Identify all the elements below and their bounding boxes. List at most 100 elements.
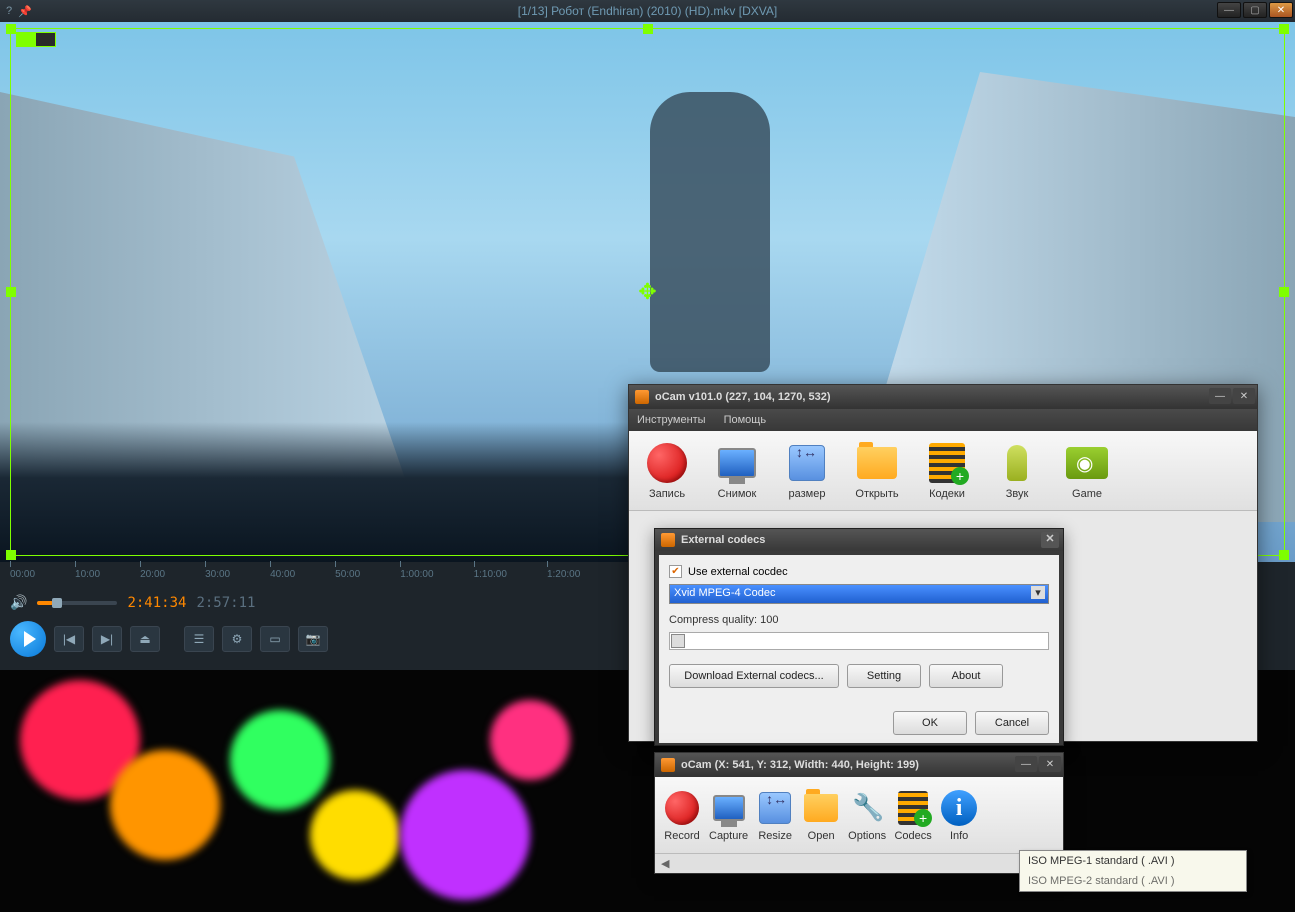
open-button[interactable]: Открыть [849,437,905,504]
close-button[interactable]: ✕ [1041,532,1059,548]
time-tick: 1:10:00 [474,569,507,580]
menu-tools[interactable]: Инструменты [637,414,706,426]
close-button[interactable]: ✕ [1269,2,1293,18]
capture-button[interactable]: Capture [707,787,750,844]
info-icon: i [941,790,977,826]
time-tick: 20:00 [140,569,165,580]
player-window-controls: — ▢ ✕ [1217,2,1293,18]
codec-list-item[interactable]: ISO MPEG-1 standard ( .AVI ) [1020,851,1246,871]
resize-handle-top-left[interactable] [6,24,16,34]
time-tick: 40:00 [270,569,295,580]
ocam2-statusbar: ◀ ▶ [655,853,1063,873]
quality-label: Compress quality: 100 [669,614,1049,626]
use-external-checkbox-row: ✔ Use external cocdec [669,565,1049,578]
maximize-button[interactable]: ▢ [1243,2,1267,18]
tools-icon [848,788,886,828]
record-button[interactable]: Запись [639,437,695,504]
next-button[interactable]: ▶| [92,626,122,652]
codec-list-item[interactable]: ISO MPEG-2 standard ( .AVI ) [1020,871,1246,891]
time-tick: 50:00 [335,569,360,580]
minimize-button[interactable]: — [1217,2,1241,18]
open-button[interactable]: Open [800,787,842,844]
ocam2-titlebar[interactable]: oCam (X: 541, Y: 312, Width: 440, Height… [655,753,1063,777]
resize-handle-bottom-left[interactable] [6,550,16,560]
game-button[interactable]: Game [1059,437,1115,504]
time-tick: 10:00 [75,569,100,580]
quality-slider[interactable] [669,632,1049,650]
close-button[interactable]: ✕ [1233,388,1255,404]
monitor-icon [718,448,756,478]
snapshot-button[interactable]: 📷 [298,626,328,652]
codec-select[interactable]: Xvid MPEG-4 Codec [669,584,1049,604]
codec-dialog-title: External codecs [681,534,765,546]
options-button[interactable]: Options [846,787,888,844]
move-cursor-icon[interactable]: ✥ [638,279,656,305]
time-tick: 1:00:00 [400,569,433,580]
ocam-title: oCam v101.0 (227, 104, 1270, 532) [655,391,831,403]
record-button[interactable]: Record [661,787,703,844]
playlist-button[interactable]: ☰ [184,626,214,652]
scroll-left-icon[interactable]: ◀ [661,857,669,870]
film-icon [898,791,928,825]
volume-icon[interactable]: 🔊 [10,594,27,611]
prev-button[interactable]: |◀ [54,626,84,652]
codecs-button[interactable]: Кодеки [919,437,975,504]
ocam2-title: oCam (X: 541, Y: 312, Width: 440, Height… [681,759,919,771]
menu-help[interactable]: Помощь [724,414,767,426]
player-title: [1/13] Робот (Endhiran) (2010) (HD).mkv … [518,4,777,18]
codecs-button[interactable]: Codecs [892,787,934,844]
help-icon[interactable]: ? [6,5,12,18]
folder-icon [857,447,897,479]
total-time: 2:57:11 [196,595,255,611]
ocam-menubar: Инструменты Помощь [629,409,1257,431]
minimize-button[interactable]: — [1209,388,1231,404]
codec-dialog-titlebar[interactable]: External codecs ✕ [655,529,1063,551]
download-codecs-button[interactable]: Download External codecs... [669,664,839,688]
ocam-secondary-window: oCam (X: 541, Y: 312, Width: 440, Height… [654,752,1064,874]
record-icon [665,791,699,825]
time-tick: 30:00 [205,569,230,580]
codec-list-popup: ISO MPEG-1 standard ( .AVI ) ISO MPEG-2 … [1019,850,1247,892]
use-external-label: Use external cocdec [688,566,788,578]
capture-button[interactable]: Снимок [709,437,765,504]
time-tick: 00:00 [10,569,35,580]
player-titlebar: ? 📌 [1/13] Робот (Endhiran) (2010) (HD).… [0,0,1295,22]
settings-button[interactable]: ⚙ [222,626,252,652]
resize-handle-right[interactable] [1279,287,1289,297]
ocam-titlebar[interactable]: oCam v101.0 (227, 104, 1270, 532) — ✕ [629,385,1257,409]
volume-slider[interactable] [37,601,117,605]
eject-button[interactable]: ⏏ [130,626,160,652]
close-button[interactable]: ✕ [1039,756,1061,772]
ocam2-toolbar: Record Capture Resize Open Options Codec… [655,777,1063,853]
play-button[interactable] [10,621,46,657]
resize-handle-top[interactable] [643,24,653,34]
titlebar-left-icons: ? 📌 [0,5,32,18]
minimize-button[interactable]: — [1015,756,1037,772]
info-button[interactable]: i Info [938,787,980,844]
current-time: 2:41:34 [127,595,186,611]
setting-button[interactable]: Setting [847,664,921,688]
external-codecs-dialog: External codecs ✕ ✔ Use external cocdec … [654,528,1064,746]
resize-button[interactable]: Resize [754,787,796,844]
resize-handle-left[interactable] [6,287,16,297]
microphone-icon [1007,445,1027,481]
nvidia-icon [1066,447,1108,479]
about-button[interactable]: About [929,664,1003,688]
resize-handle-top-right[interactable] [1279,24,1289,34]
ocam-app-icon [661,758,675,772]
cancel-button[interactable]: Cancel [975,711,1049,735]
slider-thumb[interactable] [671,634,685,648]
use-external-checkbox[interactable]: ✔ [669,565,682,578]
pin-icon[interactable]: 📌 [18,5,32,18]
subtitle-button[interactable]: ▭ [260,626,290,652]
codec-dialog-body: ✔ Use external cocdec Xvid MPEG-4 Codec … [659,555,1059,743]
record-icon [647,443,687,483]
sound-button[interactable]: Звук [989,437,1045,504]
ocam-toolbar: Запись Снимок размер Открыть Кодеки Звук… [629,431,1257,511]
ok-button[interactable]: OK [893,711,967,735]
ocam-app-icon [635,390,649,404]
resize-button[interactable]: размер [779,437,835,504]
resize-icon [759,792,791,824]
resize-handle-bottom-right[interactable] [1279,550,1289,560]
time-tick: 1:20:00 [547,569,580,580]
